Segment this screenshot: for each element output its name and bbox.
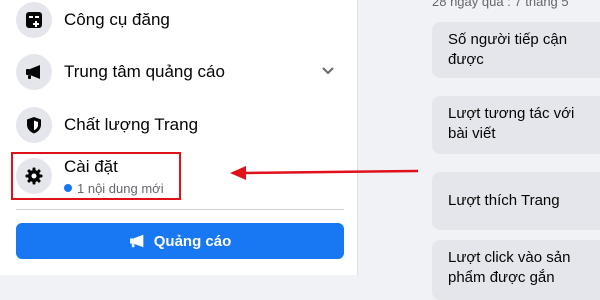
insights-period: 28 ngày qua : 7 tháng 5	[432, 0, 569, 9]
sidebar-item-label: Chất lượng Trang	[64, 115, 199, 134]
sidebar-item-label: Trung tâm quảng cáo	[64, 62, 225, 81]
create-ad-label: Quảng cáo	[153, 232, 232, 250]
panel-divider	[357, 0, 358, 275]
sidebar-item-ad-center[interactable]: Trung tâm quảng cáo	[16, 52, 346, 92]
post-tools-icon	[16, 2, 52, 38]
sidebar-item-label: Công cụ đăng	[64, 10, 170, 29]
shield-icon	[16, 107, 52, 143]
chevron-down-icon[interactable]	[320, 62, 336, 78]
metric-card-reach[interactable]: Số người tiếp cận được	[432, 22, 600, 78]
metric-card-page-likes[interactable]: Lượt thích Trang	[432, 172, 600, 230]
metric-label: Lượt click vào sản phẩm được gắn	[448, 249, 571, 286]
metric-label: Số người tiếp cận được	[448, 31, 568, 68]
sidebar-divider	[16, 209, 344, 210]
annotation-arrow-icon	[230, 166, 418, 180]
sidebar-item-page-quality[interactable]: Chất lượng Trang	[16, 105, 346, 145]
metric-card-product-clicks[interactable]: Lượt click vào sản phẩm được gắn	[432, 240, 600, 300]
create-ad-button[interactable]: Quảng cáo	[16, 223, 344, 259]
page-sidebar: Công cụ đăng Trung tâm quảng cáo Chất lư…	[0, 0, 358, 275]
megaphone-icon	[16, 54, 52, 90]
metric-label: Lượt tương tác với bài viết	[448, 105, 575, 142]
megaphone-icon	[129, 234, 144, 248]
sidebar-item-post-tools[interactable]: Công cụ đăng	[16, 0, 346, 40]
metric-label: Lượt thích Trang	[448, 192, 560, 209]
metric-card-engagement[interactable]: Lượt tương tác với bài viết	[432, 96, 600, 154]
settings-highlight-box	[11, 152, 181, 200]
